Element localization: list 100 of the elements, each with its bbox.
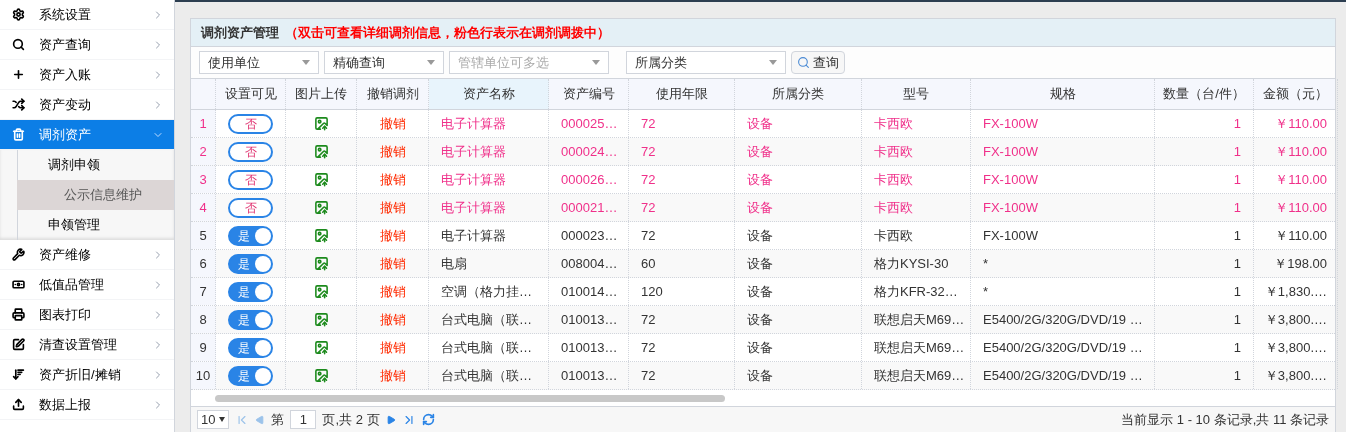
table-cell-text: 1 — [1233, 366, 1241, 385]
image-upload-icon[interactable] — [313, 256, 329, 271]
sidebar-item[interactable]: 数据上报 — [0, 390, 174, 420]
page-input[interactable]: 1 — [290, 410, 317, 429]
column-header[interactable]: 资产名称 — [429, 79, 549, 109]
row-number: 6 — [199, 254, 207, 273]
visibility-switch[interactable]: 是 — [228, 253, 273, 274]
revoke-link[interactable]: 撤销 — [379, 253, 406, 274]
table-cell-text: 72 — [641, 310, 656, 329]
row-number: 10 — [195, 366, 211, 385]
revoke-link[interactable]: 撤销 — [379, 365, 406, 386]
revoke-link[interactable]: 撤销 — [379, 337, 406, 358]
banknote-icon — [12, 278, 25, 291]
table-row[interactable]: 1 否 撤销 电子计算器 000025… 72 设备 卡西欧 FX-100W 1 ￥110.00 — [191, 110, 1335, 138]
submenu-item[interactable]: 公示信息维护 — [17, 180, 174, 210]
edit-icon — [12, 338, 25, 351]
column-header[interactable]: 金额（元） — [1254, 79, 1338, 109]
revoke-link[interactable]: 撤销 — [379, 281, 406, 302]
revoke-link[interactable]: 撤销 — [379, 309, 406, 330]
visibility-switch[interactable]: 否 — [228, 113, 273, 134]
table-cell-text: E5400/2G/320G/DVD/19 … — [983, 310, 1143, 329]
visibility-switch[interactable]: 是 — [228, 365, 273, 386]
revoke-link[interactable]: 撤销 — [379, 141, 406, 162]
page-size-select[interactable]: 10 — [197, 410, 230, 429]
table-cell-text: 000021… — [561, 198, 618, 217]
image-upload-icon[interactable] — [313, 228, 329, 243]
sidebar-item[interactable]: 资产查询 — [0, 30, 174, 60]
sidebar-item[interactable]: 低值品管理 — [0, 270, 174, 300]
page-count: 页,共 2 页 — [322, 410, 380, 429]
column-header[interactable]: 设置可见 — [216, 79, 286, 109]
filter-dropdown[interactable]: 所属分类 — [626, 51, 786, 74]
table-row[interactable]: 4 否 撤销 电子计算器 000021… 72 设备 卡西欧 FX-100W 1 ￥110.00 — [191, 194, 1335, 222]
sidebar-item[interactable]: 系统设置 — [0, 0, 174, 30]
panel-note: （双击可查看详细调剂信息，粉色行表示在调剂调拨中） — [285, 23, 610, 42]
image-upload-icon[interactable] — [313, 116, 329, 131]
image-upload-icon[interactable] — [313, 312, 329, 327]
refresh-icon[interactable] — [421, 413, 435, 426]
visibility-switch[interactable]: 是 — [228, 309, 273, 330]
revoke-link[interactable]: 撤销 — [379, 225, 406, 246]
filter-dropdown[interactable]: 使用单位 — [199, 51, 319, 74]
revoke-link[interactable]: 撤销 — [379, 169, 406, 190]
table-cell-text: 卡西欧 — [874, 198, 913, 217]
sidebar-item[interactable]: 资产折旧/摊销 — [0, 360, 174, 390]
table-cell-text: 设备 — [747, 170, 773, 189]
row-number: 3 — [199, 170, 207, 189]
table-row[interactable]: 10 是 撤销 台式电脑（联… 010013… 72 设备 联想启天M69… E5400/2G/320G/DVD/19 … 1 ￥3,800.… — [191, 362, 1335, 390]
table-row[interactable]: 5 是 撤销 电子计算器 000023… 72 设备 卡西欧 FX-100W 1 ￥110.00 — [191, 222, 1335, 250]
table-cell-text: 电子计算器 — [441, 170, 506, 189]
table-cell-text: 120 — [641, 282, 663, 301]
table-cell-text: 电子计算器 — [441, 142, 506, 161]
visibility-switch[interactable]: 否 — [228, 141, 273, 162]
visibility-switch[interactable]: 否 — [228, 169, 273, 190]
column-header[interactable]: 数量（台/件） — [1155, 79, 1254, 109]
column-header[interactable]: 型号 — [862, 79, 971, 109]
column-header[interactable]: 所属分类 — [735, 79, 862, 109]
column-header[interactable]: 资产编号 — [549, 79, 629, 109]
visibility-switch[interactable]: 否 — [228, 197, 273, 218]
table-cell-text: 设备 — [747, 282, 773, 301]
sidebar-item[interactable]: 调剂资产 — [0, 120, 174, 150]
table-cell-text: FX-100W — [983, 170, 1038, 189]
column-header[interactable]: 规格 — [971, 79, 1155, 109]
table-cell-text: 设备 — [747, 226, 773, 245]
visibility-switch[interactable]: 是 — [228, 337, 273, 358]
scrollbar[interactable] — [215, 394, 725, 402]
table-cell-text: FX-100W — [983, 114, 1038, 133]
visibility-switch[interactable]: 是 — [228, 281, 273, 302]
table-cell-text: 1 — [1233, 114, 1241, 133]
sidebar-item[interactable]: 图表打印 — [0, 300, 174, 330]
revoke-link[interactable]: 撤销 — [379, 113, 406, 134]
visibility-switch[interactable]: 是 — [228, 225, 273, 246]
table-cell-text: 电子计算器 — [441, 114, 506, 133]
sidebar-item[interactable]: 资产入账 — [0, 60, 174, 90]
image-upload-icon[interactable] — [313, 200, 329, 215]
image-upload-icon[interactable] — [313, 172, 329, 187]
sidebar-item[interactable]: 资产维修 — [0, 240, 174, 270]
sidebar-item[interactable]: 清查设置管理 — [0, 330, 174, 360]
image-upload-icon[interactable] — [313, 284, 329, 299]
next-page-icon[interactable] — [385, 414, 396, 425]
table-row[interactable]: 8 是 撤销 台式电脑（联… 010013… 72 设备 联想启天M69… E5400/2G/320G/DVD/19 … 1 ￥3,800.… — [191, 306, 1335, 334]
revoke-link[interactable]: 撤销 — [379, 197, 406, 218]
table-row[interactable]: 9 是 撤销 台式电脑（联… 010013… 72 设备 联想启天M69… E5400/2G/320G/DVD/19 … 1 ￥3,800.… — [191, 334, 1335, 362]
table-row[interactable]: 2 否 撤销 电子计算器 000024… 72 设备 卡西欧 FX-100W 1 ￥110.00 — [191, 138, 1335, 166]
table-cell-text: ￥110.00 — [1275, 226, 1327, 245]
column-header[interactable]: 图片上传 — [286, 79, 357, 109]
filter-dropdown[interactable]: 精确查询 — [324, 51, 444, 74]
table-cell-text: 72 — [641, 114, 656, 133]
image-upload-icon[interactable] — [313, 144, 329, 159]
submenu-item[interactable]: 申领管理 — [17, 210, 174, 240]
image-upload-icon[interactable] — [313, 368, 329, 383]
table-cell-text: 000023… — [561, 226, 618, 245]
table-row[interactable]: 6 是 撤销 电扇 008004… 60 设备 格力KYSI-30 * 1 ￥198.00 — [191, 250, 1335, 278]
table-row[interactable]: 3 否 撤销 电子计算器 000026… 72 设备 卡西欧 FX-100W 1 ￥110.00 — [191, 166, 1335, 194]
table-row[interactable]: 7 是 撤销 空调（格力挂… 010014… 120 设备 格力KFR-32… * 1 ￥1,830.… — [191, 278, 1335, 306]
table-cell-text: ￥3,800.… — [1264, 338, 1327, 357]
column-header[interactable]: 使用年限 — [629, 79, 735, 109]
table-cell-text: ￥110.00 — [1275, 170, 1327, 189]
table-cell-text: 空调（格力挂… — [441, 282, 532, 301]
image-upload-icon[interactable] — [313, 340, 329, 355]
search-button[interactable]: 查询 — [791, 51, 845, 74]
gear-icon — [12, 8, 25, 21]
